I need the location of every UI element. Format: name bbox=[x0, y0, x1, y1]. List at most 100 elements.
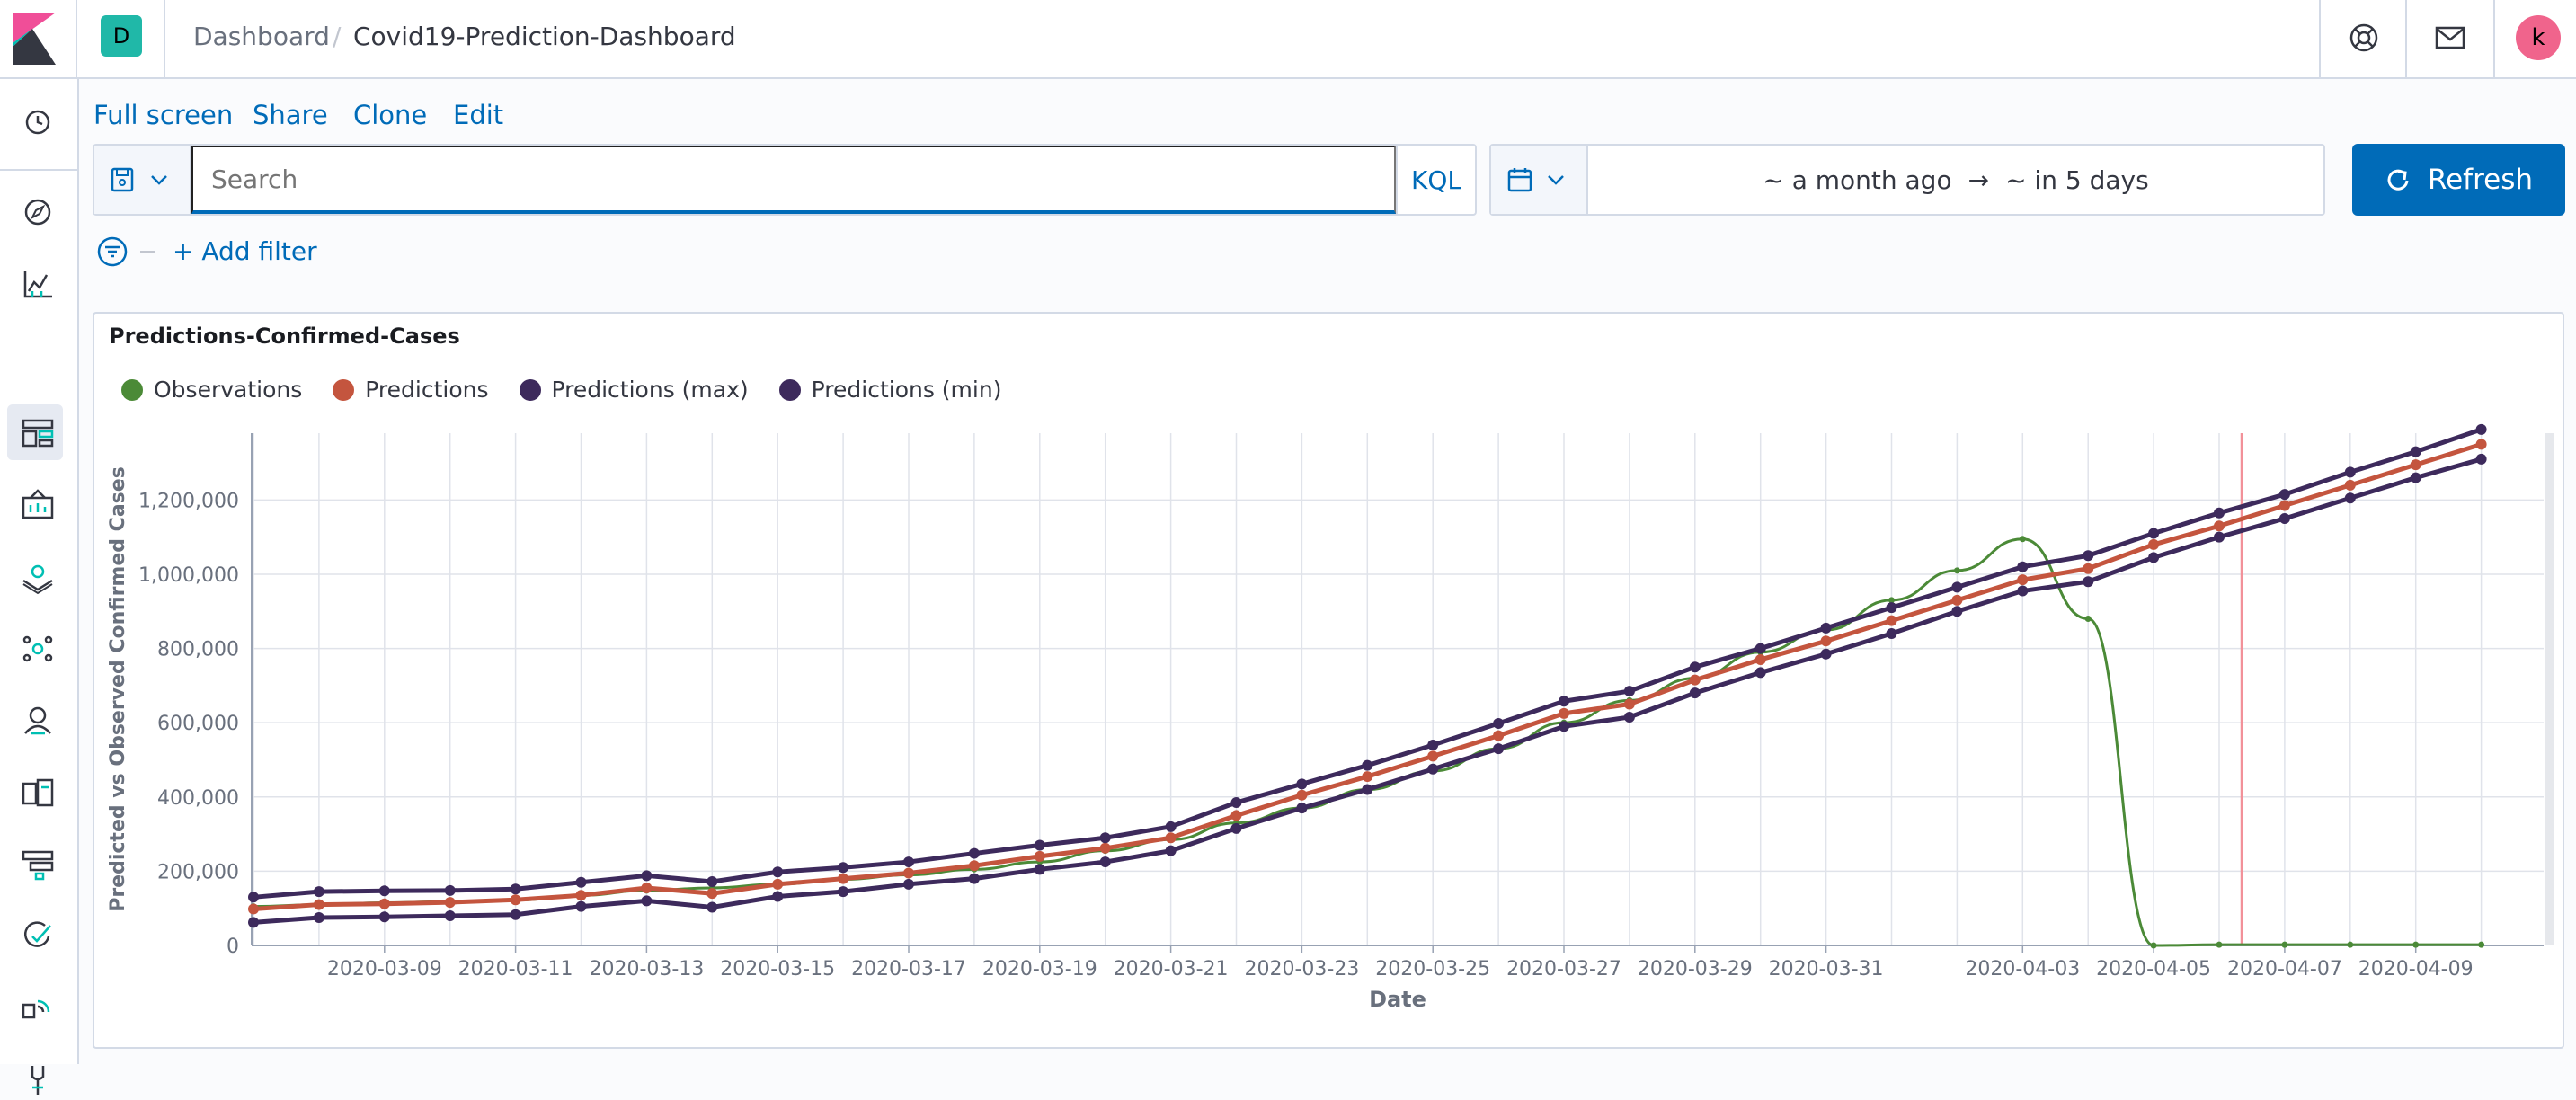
data-point bbox=[313, 912, 324, 924]
kql-toggle[interactable]: KQL bbox=[1396, 146, 1475, 214]
data-point bbox=[1689, 661, 1701, 673]
data-point bbox=[968, 873, 980, 884]
data-point bbox=[2216, 941, 2223, 948]
filter-icon[interactable] bbox=[97, 234, 169, 270]
data-point bbox=[1754, 667, 1766, 679]
y-tick-label: 0 bbox=[227, 936, 239, 958]
data-point bbox=[903, 856, 914, 868]
x-tick-label: 2020-04-05 bbox=[2096, 958, 2211, 980]
data-point bbox=[2344, 492, 2356, 504]
data-point bbox=[1427, 750, 1439, 762]
full-screen-link[interactable]: Full screen bbox=[93, 99, 233, 131]
data-point bbox=[1623, 686, 1635, 697]
data-point bbox=[1951, 606, 1963, 617]
data-point bbox=[2017, 561, 2029, 572]
data-point bbox=[248, 903, 259, 915]
data-point bbox=[1034, 850, 1045, 862]
mail-icon[interactable] bbox=[2432, 20, 2468, 56]
data-point bbox=[1623, 711, 1635, 723]
saved-query-button[interactable] bbox=[94, 146, 191, 214]
clock-icon[interactable] bbox=[18, 102, 58, 142]
kibana-logo-icon[interactable] bbox=[13, 13, 56, 65]
data-point bbox=[2083, 550, 2094, 562]
y-tick-label: 800,000 bbox=[157, 639, 239, 661]
share-link[interactable]: Share bbox=[253, 99, 328, 131]
data-point bbox=[2344, 479, 2356, 491]
data-point bbox=[510, 894, 521, 906]
compass-icon[interactable] bbox=[18, 192, 58, 232]
data-point bbox=[2410, 446, 2421, 457]
data-point bbox=[2278, 489, 2290, 501]
data-point bbox=[1099, 832, 1111, 844]
data-point bbox=[1034, 839, 1045, 851]
data-point bbox=[510, 883, 521, 895]
search-input[interactable] bbox=[191, 146, 1396, 214]
clone-link[interactable]: Clone bbox=[353, 99, 427, 131]
siem-icon[interactable] bbox=[18, 989, 58, 1028]
apm-icon[interactable] bbox=[18, 845, 58, 884]
data-point bbox=[1165, 832, 1177, 844]
data-point bbox=[1362, 759, 1373, 771]
data-point bbox=[2214, 520, 2225, 532]
space-avatar[interactable]: D bbox=[101, 15, 142, 57]
data-point bbox=[706, 888, 718, 900]
data-point bbox=[2148, 538, 2160, 550]
data-point bbox=[968, 847, 980, 859]
data-point bbox=[641, 870, 653, 882]
data-point bbox=[1951, 594, 1963, 606]
data-point bbox=[1099, 856, 1111, 868]
data-point bbox=[2017, 574, 2029, 586]
data-point bbox=[444, 884, 456, 896]
start-date[interactable]: ~ a month ago bbox=[1763, 165, 1951, 195]
x-tick-label: 2020-03-27 bbox=[1506, 958, 1621, 980]
data-point bbox=[1165, 845, 1177, 856]
end-date[interactable]: ~ in 5 days bbox=[2005, 165, 2149, 195]
breadcrumb-separator: / bbox=[333, 22, 342, 51]
x-tick-label: 2020-04-09 bbox=[2358, 958, 2474, 980]
x-tick-label: 2020-03-11 bbox=[458, 958, 573, 980]
data-point bbox=[378, 885, 390, 897]
data-point bbox=[1296, 803, 1308, 814]
breadcrumb-dashboard[interactable]: Dashboard bbox=[193, 22, 330, 52]
refresh-label: Refresh bbox=[2427, 164, 2534, 196]
data-point bbox=[1230, 822, 1242, 834]
data-point bbox=[1362, 771, 1373, 783]
x-tick-label: 2020-04-07 bbox=[2227, 958, 2342, 980]
data-point bbox=[2475, 453, 2487, 465]
edit-link[interactable]: Edit bbox=[453, 99, 503, 131]
data-point bbox=[2084, 616, 2092, 623]
data-point bbox=[2475, 423, 2487, 435]
help-icon[interactable] bbox=[2346, 20, 2382, 56]
monitoring-icon[interactable] bbox=[18, 1060, 58, 1100]
metrics-icon[interactable] bbox=[18, 701, 58, 741]
data-point bbox=[2278, 500, 2290, 511]
data-point bbox=[838, 873, 849, 884]
data-point bbox=[641, 882, 653, 893]
logs-icon[interactable] bbox=[18, 773, 58, 812]
line-chart: 0 200,000 400,000 600,000 800,000 1,000,000 1,… bbox=[107, 423, 2554, 1012]
quick-date-menu[interactable] bbox=[1491, 146, 1588, 214]
data-point bbox=[1886, 615, 1897, 626]
refresh-button[interactable]: Refresh bbox=[2352, 144, 2565, 216]
data-point bbox=[2347, 941, 2354, 948]
add-filter-link[interactable]: + Add filter bbox=[173, 235, 317, 268]
data-point bbox=[1559, 721, 1569, 732]
ml-icon[interactable] bbox=[18, 629, 58, 669]
data-point bbox=[1820, 635, 1832, 647]
dashboard-icon[interactable] bbox=[18, 413, 58, 453]
user-avatar[interactable]: k bbox=[2516, 15, 2561, 60]
visualize-icon[interactable] bbox=[18, 264, 58, 304]
data-point bbox=[1165, 821, 1177, 832]
data-point bbox=[838, 886, 849, 898]
data-point bbox=[2281, 941, 2288, 948]
data-point bbox=[378, 911, 390, 923]
uptime-icon[interactable] bbox=[18, 917, 58, 956]
data-point bbox=[1230, 810, 1242, 821]
data-point bbox=[2344, 466, 2356, 478]
x-tick-label: 2020-03-17 bbox=[851, 958, 966, 980]
canvas-icon[interactable] bbox=[18, 485, 58, 525]
chart-scroll-strip bbox=[2545, 433, 2554, 945]
data-point bbox=[706, 875, 718, 887]
data-point bbox=[1623, 698, 1635, 710]
maps-icon[interactable] bbox=[18, 557, 58, 597]
